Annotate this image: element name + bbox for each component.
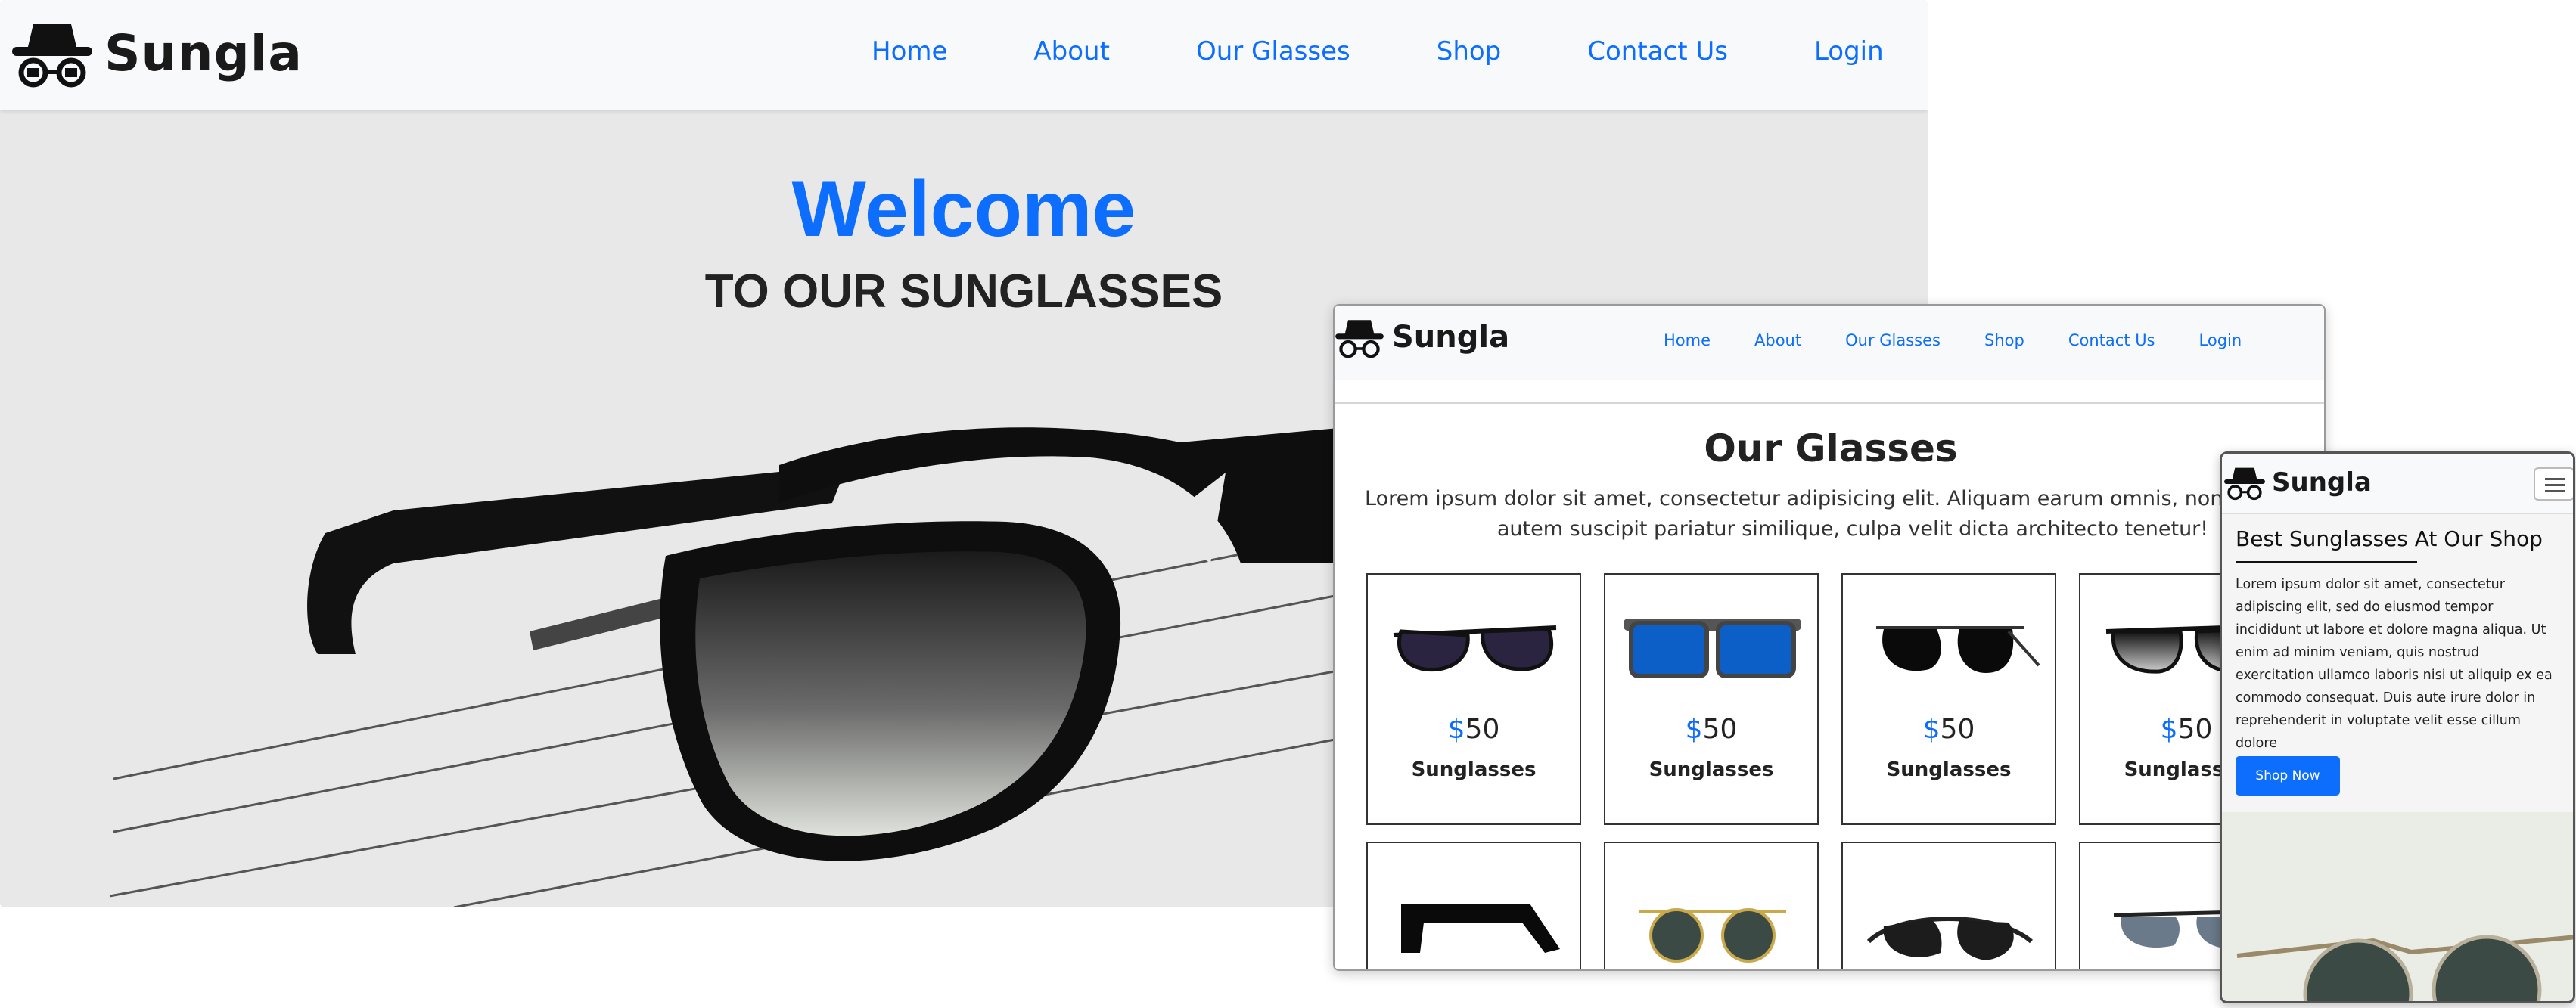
nav-link-home[interactable]: Home — [872, 36, 947, 67]
product-card[interactable]: $50 Sunglasses — [1841, 573, 2056, 825]
price-value: 50 — [2177, 714, 2213, 745]
showcase-stage: Sungla Home About Our Glasses Shop Conta… — [0, 0, 2576, 1008]
aviator-sunglasses-icon — [1876, 626, 2040, 673]
nav-link-shop[interactable]: Shop — [1437, 36, 1502, 67]
nav-link-about[interactable]: About — [1033, 36, 1110, 67]
mobile-sunglasses-image — [2222, 812, 2573, 1001]
currency-symbol: $ — [1922, 714, 1941, 745]
desktop-navbar: Sungla Home About Our Glasses Shop Conta… — [0, 0, 1928, 110]
nav-link-contact-us[interactable]: Contact Us — [2068, 331, 2155, 349]
currency-symbol: $ — [1447, 714, 1465, 745]
mobile-headline: Best Sunglasses At Our Shop — [2236, 526, 2543, 551]
brand-name: Sungla — [1392, 320, 1510, 355]
section-description-line-1: Lorem ipsum dolor sit amet, consectetur … — [1365, 487, 2326, 510]
tablet-nav-links: Home About Our Glasses Shop Contact Us L… — [1664, 331, 2242, 349]
product-name: Sunglasses — [1411, 758, 1537, 781]
product-price: $50 — [1605, 714, 1817, 745]
section-description: Lorem ipsum dolor sit amet, consectetur … — [1365, 484, 2326, 544]
section-description-line-2: autem suscipit pariatur similique, culpa… — [1496, 517, 2209, 541]
mobile-body-text: Lorem ipsum dolor sit amet, consectetur … — [2236, 577, 2553, 751]
tablet-mockup: Sungla Home About Our Glasses Shop Conta… — [1333, 304, 2326, 971]
product-card[interactable]: $50 Sunglasses — [1604, 573, 1819, 825]
nav-link-login[interactable]: Login — [2199, 331, 2242, 349]
black-wrap-sunglasses-icon — [1866, 917, 2033, 960]
hamburger-menu-icon[interactable] — [2534, 467, 2573, 501]
product-name: Sunglasses — [1648, 758, 1774, 781]
product-card[interactable] — [1604, 842, 1819, 969]
brand-logo[interactable]: Sungla — [2223, 463, 2372, 502]
price-value: 50 — [1702, 714, 1738, 745]
brand-name: Sungla — [104, 23, 303, 82]
spy-hat-glasses-icon — [12, 24, 92, 88]
product-card[interactable]: $50 Sunglasses — [1366, 573, 1581, 825]
nav-link-contact-us[interactable]: Contact Us — [1587, 36, 1728, 67]
side-view-sunglasses-icon — [1401, 904, 1560, 953]
currency-symbol: $ — [1685, 714, 1703, 745]
mobile-navbar: Sungla — [2222, 454, 2573, 514]
section-divider — [1335, 402, 2324, 404]
product-card[interactable] — [1366, 842, 1581, 969]
nav-link-login[interactable]: Login — [1814, 36, 1884, 67]
tablet-navbar: Sungla Home About Our Glasses Shop Conta… — [1335, 306, 2324, 380]
cat-eye-sunglasses-icon — [1393, 625, 1557, 672]
headline-underline — [2236, 561, 2417, 563]
brand-logo[interactable]: Sungla — [1335, 315, 1509, 360]
nav-link-our-glasses[interactable]: Our Glasses — [1196, 36, 1350, 67]
price-value: 50 — [1940, 714, 1975, 745]
nav-link-home[interactable]: Home — [1664, 331, 1711, 349]
desktop-nav-links: Home About Our Glasses Shop Contact Us L… — [872, 36, 1884, 67]
brand-logo[interactable]: Sungla — [11, 17, 303, 89]
spy-hat-glasses-icon — [2224, 467, 2265, 501]
nav-link-shop[interactable]: Shop — [1984, 331, 2024, 349]
nav-link-about[interactable]: About — [1754, 331, 1801, 349]
product-price: $50 — [1368, 714, 1580, 745]
section-title: Our Glasses — [1704, 426, 1958, 470]
price-value: 50 — [1465, 714, 1500, 745]
product-card[interactable] — [1841, 842, 2056, 969]
round-gold-sunglasses-icon — [1639, 908, 1786, 963]
product-price: $50 — [1843, 714, 2055, 745]
spy-hat-glasses-icon — [1335, 320, 1384, 358]
currency-symbol: $ — [2160, 714, 2178, 745]
brand-name: Sungla — [2272, 467, 2372, 498]
hero-title: Welcome — [791, 166, 1136, 253]
blue-mirror-sunglasses-icon — [1624, 619, 1801, 678]
product-name: Sunglasses — [1886, 758, 2012, 781]
mobile-mockup: Sungla Best Sunglasses At Our Shop Lorem… — [2220, 451, 2575, 1003]
nav-link-our-glasses[interactable]: Our Glasses — [1845, 331, 1941, 349]
shop-now-button[interactable]: Shop Now — [2236, 756, 2340, 796]
mobile-hero-section: Best Sunglasses At Our Shop Lorem ipsum … — [2222, 514, 2573, 812]
